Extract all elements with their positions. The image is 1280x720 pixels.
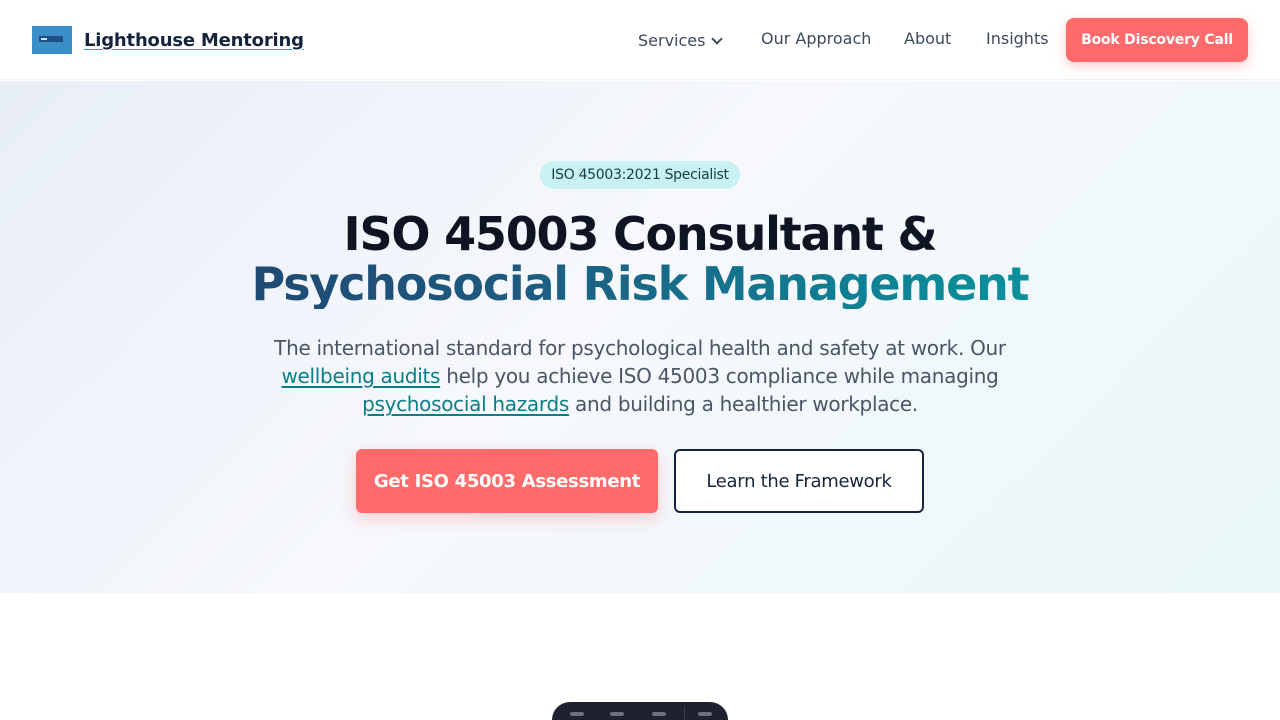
nav-item-services[interactable]: Services <box>638 31 724 50</box>
toolbar-divider <box>684 706 685 720</box>
subtitle-text-1: The international standard for psycholog… <box>274 336 1006 360</box>
wellbeing-audits-link[interactable]: wellbeing audits <box>281 364 440 388</box>
subtitle-text-3: and building a healthier workplace. <box>568 392 918 416</box>
chevron-down-icon <box>711 33 724 45</box>
lighthouse-logo-icon <box>32 26 72 54</box>
nav-item-about[interactable]: About <box>904 29 951 48</box>
nav-item-our-approach[interactable]: Our Approach <box>761 29 871 48</box>
site-header: Lighthouse Mentoring Services Our Approa… <box>0 0 1280 80</box>
book-discovery-call-button[interactable]: Book Discovery Call <box>1066 18 1248 62</box>
get-assessment-button[interactable]: Get ISO 45003 Assessment <box>356 449 658 513</box>
brand-link[interactable]: Lighthouse Mentoring <box>32 26 304 54</box>
title-line-1: ISO 45003 Consultant & <box>343 207 938 261</box>
hero-subtitle: The international standard for psycholog… <box>250 334 1030 418</box>
menu-icon[interactable] <box>652 712 666 716</box>
nav-item-label: Services <box>638 31 706 50</box>
specialist-badge: ISO 45003:2021 Specialist <box>540 161 740 189</box>
toolbar-icon[interactable] <box>610 712 624 716</box>
learn-framework-button[interactable]: Learn the Framework <box>674 449 924 513</box>
toolbar-icon[interactable] <box>570 712 584 716</box>
psychosocial-hazards-link[interactable]: psychosocial hazards <box>362 392 569 416</box>
brand-name: Lighthouse Mentoring <box>84 29 304 51</box>
title-line-2: Psychosocial Risk Management <box>0 259 1280 309</box>
page-title: ISO 45003 Consultant & Psychosocial Risk… <box>0 209 1280 309</box>
subtitle-text-2: help you achieve ISO 45003 compliance wh… <box>440 364 999 388</box>
nav-item-insights[interactable]: Insights <box>986 29 1049 48</box>
floating-toolbar[interactable] <box>552 702 728 720</box>
hero-section: ISO 45003:2021 Specialist ISO 45003 Cons… <box>0 81 1280 593</box>
settings-icon[interactable] <box>698 712 712 716</box>
